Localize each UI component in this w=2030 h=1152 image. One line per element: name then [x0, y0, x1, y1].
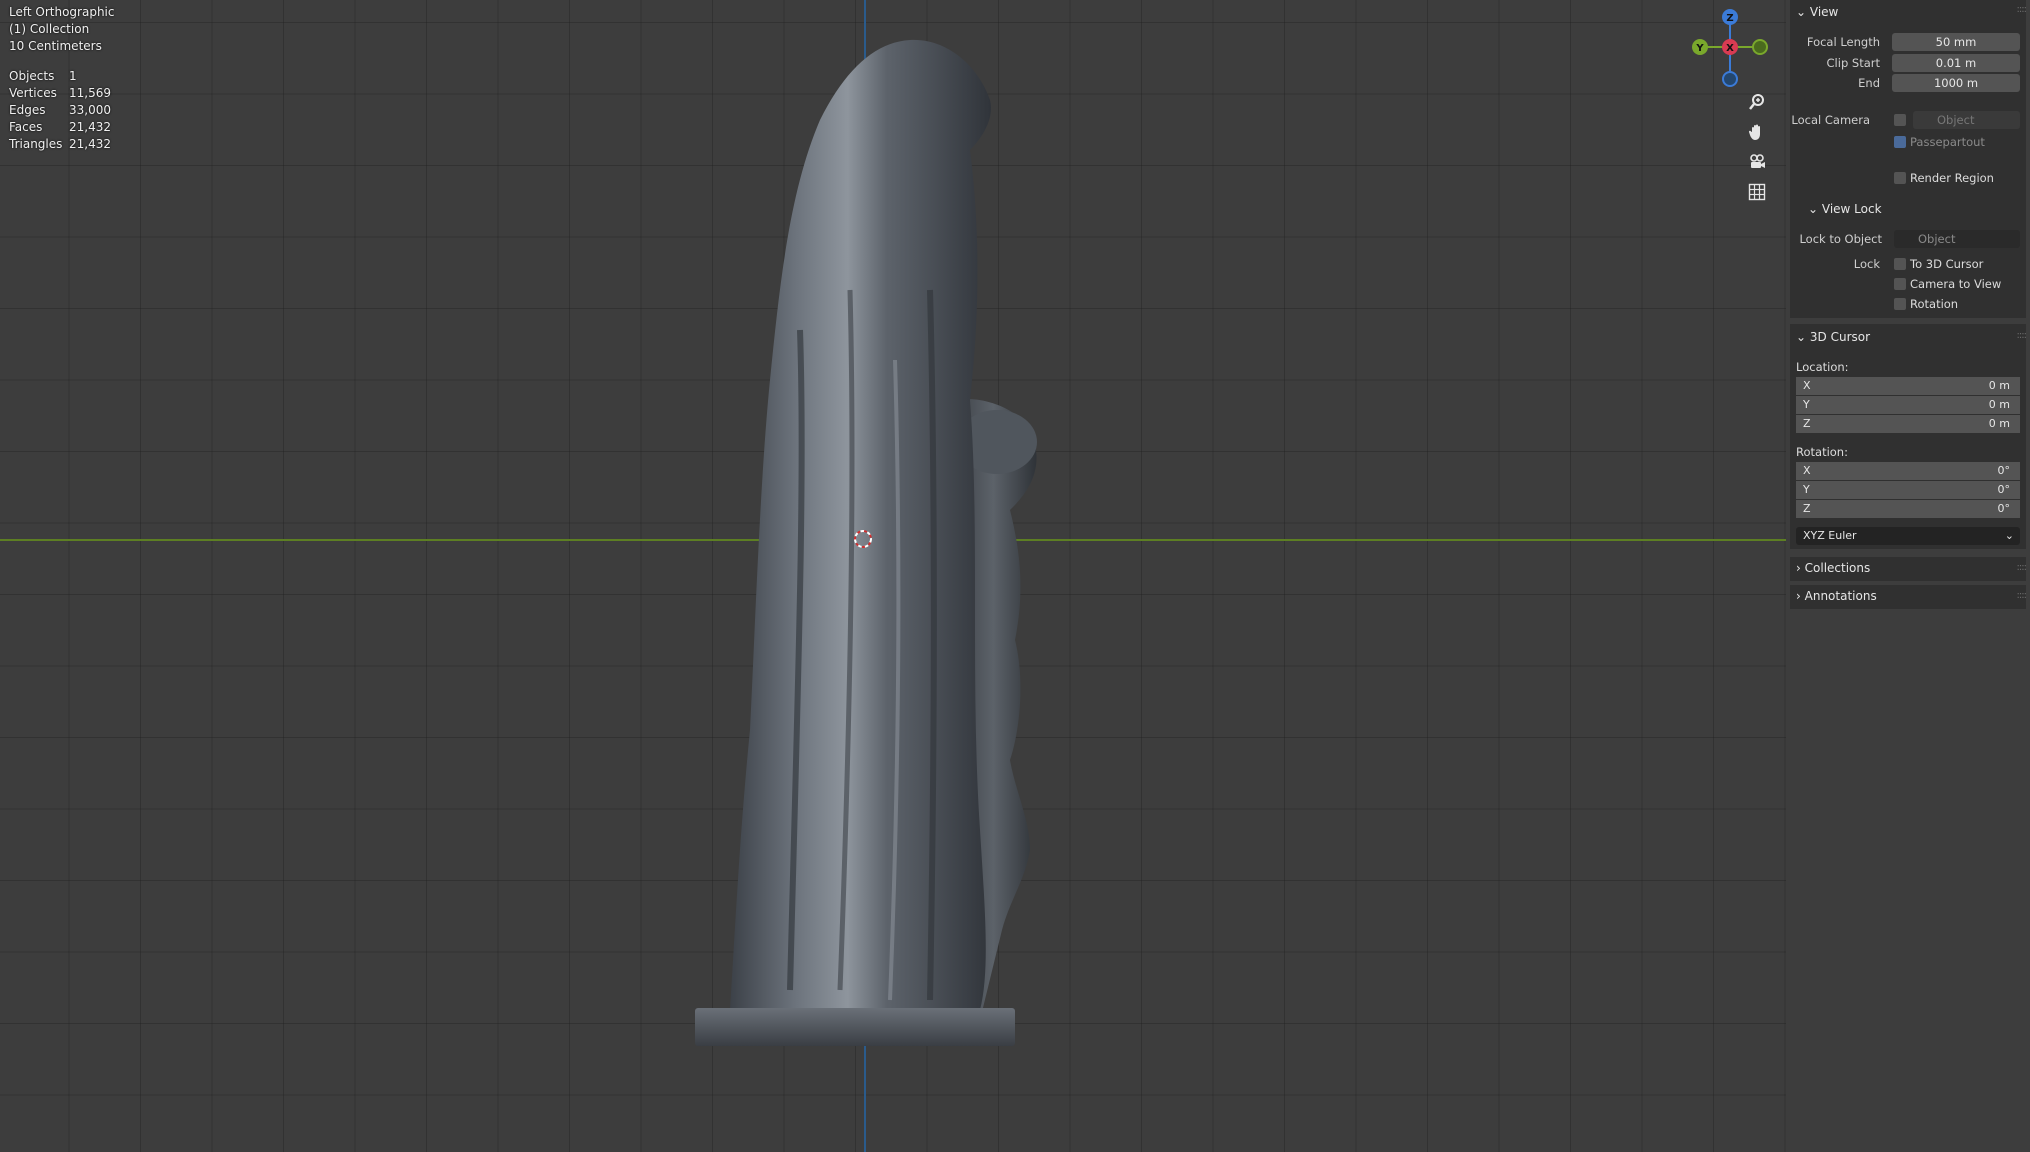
stat-value: 33,000 [69, 103, 111, 117]
3d-viewport[interactable]: Left Orthographic (1) Collection 10 Cent… [0, 0, 1786, 1152]
axis-value: 0° [1997, 483, 2011, 496]
gizmo-z-label: Z [1726, 13, 1733, 24]
passepartout-checkbox[interactable] [1894, 136, 1906, 148]
annotations-header[interactable]: › Annotations [1796, 589, 1877, 603]
chevron-down-icon: ⌄ [2004, 529, 2014, 542]
axis-label: X [1803, 379, 1811, 392]
gizmo-neg-z-icon[interactable] [1722, 71, 1738, 87]
drag-handle-icon[interactable]: :::: [2017, 562, 2028, 573]
lock-to-object-field[interactable]: Object [1894, 230, 2020, 248]
cursor-section-header[interactable]: ⌄ 3D Cursor [1796, 330, 1870, 344]
lock-label: Lock [1853, 257, 1880, 271]
scene-stats: Objects 1 Vertices 11,569 Edges 33,000 Face… [9, 68, 111, 153]
render-region-label: Render Region [1910, 171, 1994, 185]
axis-value: 0 m [1988, 379, 2010, 392]
stat-row: Faces 21,432 [9, 119, 111, 136]
axis-value: 0 m [1988, 417, 2010, 430]
clip-start-field[interactable]: 0.01 m [1892, 54, 2020, 72]
clip-start-label: Clip Start [1826, 56, 1880, 70]
render-region-checkbox[interactable] [1894, 172, 1906, 184]
view-section-header[interactable]: ⌄ View [1796, 5, 1838, 19]
stat-value: 21,432 [69, 120, 111, 134]
rotation-label: Rotation: [1796, 445, 1848, 459]
zoom-icon[interactable] [1740, 88, 1774, 116]
cursor-location-x[interactable]: X 0 m [1796, 377, 2020, 395]
grid-ortho-icon[interactable] [1740, 178, 1774, 206]
stat-label: Edges [9, 103, 46, 117]
navigation-gizmo[interactable]: Z Y X [1685, 4, 1785, 88]
clip-end-field[interactable]: 1000 m [1892, 74, 2020, 92]
local-camera-field[interactable]: Object [1913, 111, 2020, 129]
chevron-right-icon: › [1796, 561, 1801, 575]
passepartout-label: Passepartout [1910, 135, 1985, 149]
collection-name: (1) Collection [9, 22, 90, 36]
axis-label: X [1803, 464, 1811, 477]
stat-label: Vertices [9, 86, 57, 100]
stat-label: Faces [9, 120, 43, 134]
stat-value: 1 [69, 69, 77, 83]
annotations-title: Annotations [1804, 589, 1877, 603]
lock-to-object-label: Lock to Object [1799, 232, 1882, 246]
chevron-right-icon: › [1796, 589, 1801, 603]
stat-value: 21,432 [69, 137, 111, 151]
stat-row: Triangles 21,432 [9, 136, 111, 153]
view-info: Left Orthographic (1) Collection 10 Cent… [9, 4, 114, 55]
grid-scale: 10 Centimeters [9, 39, 102, 53]
lock-to-3d-cursor-checkbox[interactable] [1894, 258, 1906, 270]
focal-length-label: Focal Length [1806, 35, 1880, 49]
collections-header[interactable]: › Collections [1796, 561, 1870, 575]
stat-label: Objects [9, 69, 55, 83]
camera-view-icon[interactable] [1740, 148, 1774, 176]
stat-label: Triangles [9, 137, 63, 151]
axis-value: 0° [1997, 502, 2011, 515]
axis-value: 0 m [1988, 398, 2010, 411]
axis-label: Z [1803, 502, 1811, 515]
chevron-down-icon: ⌄ [1796, 330, 1807, 344]
gizmo-neg-y-icon[interactable] [1752, 39, 1768, 55]
location-label: Location: [1796, 360, 1849, 374]
clip-end-label: End [1858, 76, 1880, 90]
gizmo-y-label: Y [1695, 43, 1704, 54]
chevron-down-icon: ⌄ [1796, 5, 1807, 19]
cursor-rotation-y[interactable]: Y 0° [1796, 481, 2020, 499]
drag-handle-icon[interactable]: :::: [2017, 4, 2028, 15]
camera-to-view-label: Camera to View [1910, 277, 2002, 291]
focal-length-field[interactable]: 50 mm [1892, 33, 2020, 51]
stat-row: Vertices 11,569 [9, 85, 111, 102]
rotation-mode-value: XYZ Euler [1803, 529, 1857, 542]
lock-rotation-label: Rotation [1910, 297, 1959, 311]
view-section-title: View [1809, 5, 1839, 19]
cursor-section-title: 3D Cursor [1809, 330, 1871, 344]
stat-row: Edges 33,000 [9, 102, 111, 119]
axis-label: Z [1803, 417, 1811, 430]
lock-rotation-checkbox[interactable] [1894, 298, 1906, 310]
pan-hand-icon[interactable] [1740, 118, 1774, 146]
chevron-down-icon: ⌄ [1808, 202, 1819, 216]
view-lock-header[interactable]: ⌄ View Lock [1808, 202, 1882, 216]
sidebar-panel: ⌄ View :::: Focal Length 50 mm Clip Star… [1786, 0, 2030, 1152]
local-camera-checkbox[interactable] [1894, 114, 1906, 126]
gizmo-x-label: X [1726, 43, 1734, 54]
view-lock-title: View Lock [1821, 202, 1882, 216]
axis-label: Y [1803, 398, 1810, 411]
stat-value: 11,569 [69, 86, 111, 100]
rotation-mode-dropdown[interactable]: XYZ Euler ⌄ [1796, 527, 2020, 545]
axis-label: Y [1803, 483, 1810, 496]
view-name: Left Orthographic [9, 5, 115, 19]
local-camera-label: Local Camera [1791, 113, 1870, 127]
lock-to-3d-cursor-label: To 3D Cursor [1910, 257, 1984, 271]
cursor-rotation-x[interactable]: X 0° [1796, 462, 2020, 480]
cursor-location-y[interactable]: Y 0 m [1796, 396, 2020, 414]
drag-handle-icon[interactable]: :::: [2017, 330, 2028, 341]
camera-to-view-checkbox[interactable] [1894, 278, 1906, 290]
cursor-location-z[interactable]: Z 0 m [1796, 415, 2020, 433]
collections-title: Collections [1804, 561, 1871, 575]
stat-row: Objects 1 [9, 68, 111, 85]
drag-handle-icon[interactable]: :::: [2017, 590, 2028, 601]
axis-value: 0° [1997, 464, 2011, 477]
cursor-rotation-z[interactable]: Z 0° [1796, 500, 2020, 518]
3d-cursor-icon[interactable] [853, 529, 873, 549]
